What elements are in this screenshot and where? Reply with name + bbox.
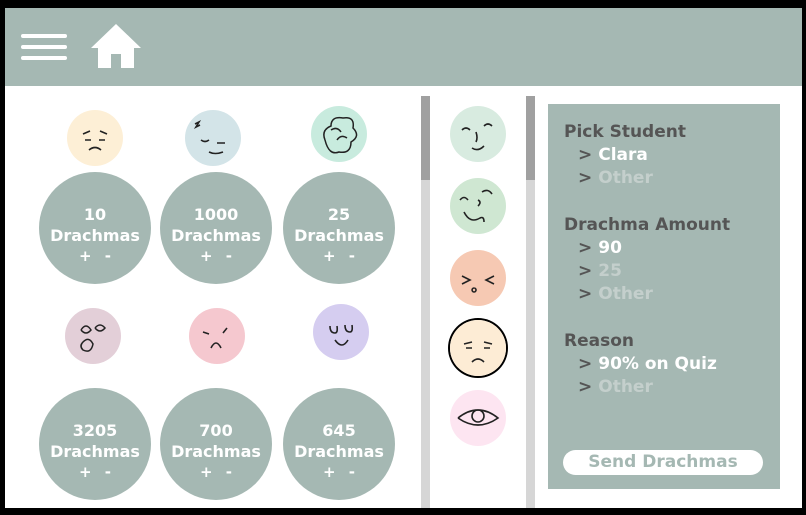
student-avatar-1[interactable]	[67, 110, 123, 166]
side-avatar-5[interactable]	[450, 390, 506, 446]
pick-student-heading: Pick Student	[564, 122, 686, 142]
drachma-card-2: 1000 Drachmas + -	[160, 172, 272, 284]
minus-button[interactable]: -	[105, 463, 111, 481]
amount-unit: Drachmas	[171, 442, 261, 461]
drachma-card-3: 25 Drachmas + -	[283, 172, 395, 284]
app-frame: 10 Drachmas + - 1000 Drachmas + - 25 Drachmas…	[5, 8, 802, 508]
amount-unit: Drachmas	[294, 442, 384, 461]
reason-heading: Reason	[564, 331, 634, 351]
minus-button[interactable]: -	[226, 247, 232, 265]
amount-value: 10	[83, 205, 107, 224]
amount-option-other[interactable]: > Other	[578, 284, 653, 304]
plus-button[interactable]: +	[79, 463, 92, 481]
student-option-clara[interactable]: > Clara	[578, 145, 648, 165]
plus-button[interactable]: +	[323, 463, 336, 481]
amount-value: 700	[199, 421, 233, 440]
send-drachmas-button[interactable]: Send Drachmas	[563, 450, 763, 475]
amount-value: 25	[327, 205, 351, 224]
student-avatar-5[interactable]	[189, 308, 245, 364]
student-avatar-4[interactable]	[65, 308, 121, 364]
drachma-card-5: 700 Drachmas + -	[160, 388, 272, 500]
drachma-card-1: 10 Drachmas + -	[39, 172, 151, 284]
side-avatar-2[interactable]	[450, 178, 506, 234]
amount-value: 3205	[72, 421, 118, 440]
minus-button[interactable]: -	[349, 463, 355, 481]
drachma-card-6: 645 Drachmas + -	[283, 388, 395, 500]
student-option-other[interactable]: > Other	[578, 168, 653, 188]
side-avatar-1[interactable]	[450, 106, 506, 162]
amount-unit: Drachmas	[50, 442, 140, 461]
send-panel: Pick Student > Clara > Other Drachma Amoun…	[548, 104, 780, 489]
plus-button[interactable]: +	[200, 463, 213, 481]
amount-unit: Drachmas	[171, 226, 261, 245]
amount-heading: Drachma Amount	[564, 215, 731, 235]
student-avatar-3[interactable]	[311, 106, 367, 162]
amount-option-90[interactable]: >90	[578, 238, 622, 258]
side-avatar-3[interactable]	[450, 250, 506, 306]
amount-option-25[interactable]: >25	[578, 261, 622, 281]
plus-button[interactable]: +	[323, 247, 336, 265]
home-icon[interactable]	[89, 22, 143, 70]
amount-unit: Drachmas	[294, 226, 384, 245]
student-avatar-2[interactable]	[185, 110, 241, 166]
top-bar	[5, 8, 802, 86]
minus-button[interactable]: -	[105, 247, 111, 265]
amount-unit: Drachmas	[50, 226, 140, 245]
drachma-card-4: 3205 Drachmas + -	[39, 388, 151, 500]
reason-option-other[interactable]: > Other	[578, 377, 653, 397]
reason-option-quiz[interactable]: >90% on Quiz	[578, 354, 717, 374]
grid-scrollbar-thumb[interactable]	[421, 96, 430, 180]
amount-value: 1000	[193, 205, 239, 224]
student-side-list	[431, 86, 526, 508]
student-grid: 10 Drachmas + - 1000 Drachmas + - 25 Drachmas…	[5, 86, 420, 508]
minus-button[interactable]: -	[226, 463, 232, 481]
hamburger-menu-icon[interactable]	[21, 34, 67, 60]
student-avatar-6[interactable]	[313, 304, 369, 360]
minus-button[interactable]: -	[349, 247, 355, 265]
amount-value: 645	[322, 421, 356, 440]
side-scrollbar-thumb[interactable]	[526, 96, 535, 180]
side-avatar-4-selected[interactable]	[450, 320, 506, 376]
plus-button[interactable]: +	[79, 247, 92, 265]
plus-button[interactable]: +	[200, 247, 213, 265]
